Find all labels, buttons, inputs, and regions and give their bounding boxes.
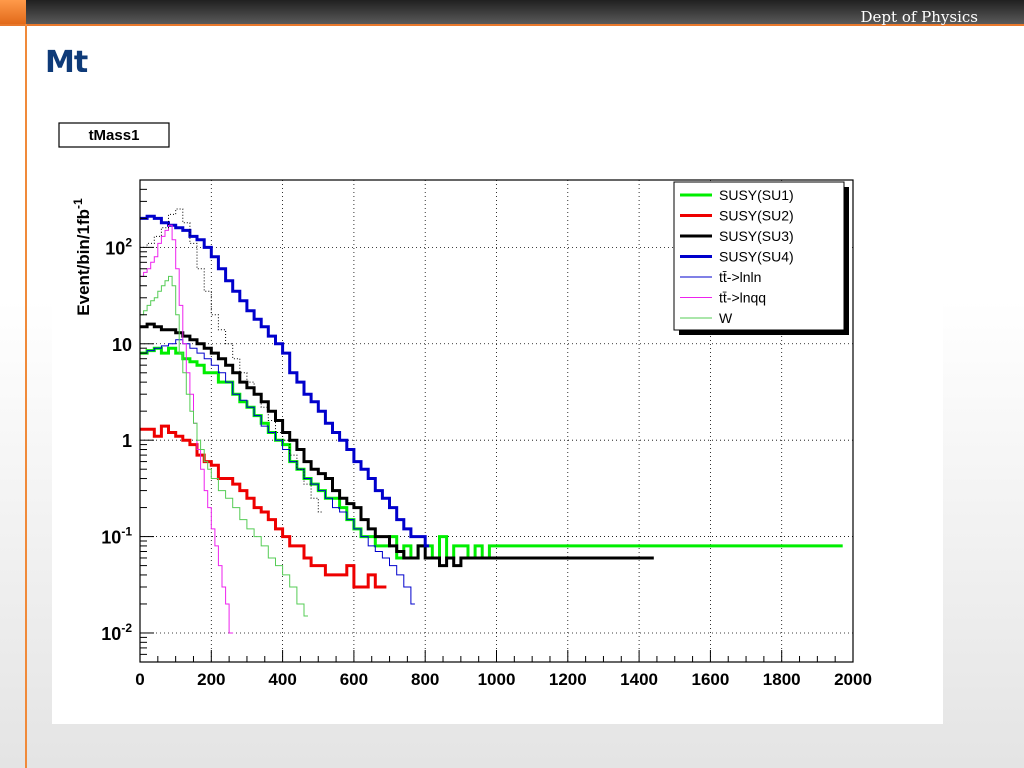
series-tt-lnln <box>140 339 415 605</box>
y-tick-label: 102 <box>105 235 132 258</box>
svg-text:Event/bin/1fb-1: Event/bin/1fb-1 <box>71 198 93 316</box>
legend-entry: SUSY(SU2) <box>719 208 794 224</box>
series-susy-su3 <box>140 322 654 568</box>
x-tick-label: 0 <box>135 670 144 689</box>
x-tick-label: 2000 <box>834 670 872 689</box>
x-tick-label: 1600 <box>691 670 729 689</box>
series-susy-su1 <box>140 346 843 560</box>
dept-label: Dept of Physics <box>860 8 978 26</box>
page-title: Mt <box>45 45 88 80</box>
chart-title: tMass1 <box>89 127 140 144</box>
x-tick-label: 200 <box>197 670 225 689</box>
chart-svg: tMass1 Event/bin/1fb-1 0 200 400 600 800 1000… <box>58 122 872 689</box>
legend-entry: SUSY(SU4) <box>719 249 794 265</box>
y-tick-label: 1 <box>122 431 132 451</box>
y-tick-label: 10-1 <box>101 525 132 548</box>
side-rule <box>25 24 27 768</box>
x-tick-label: 1400 <box>620 670 658 689</box>
y-axis-label: Event/bin/1fb-1 <box>71 198 93 316</box>
legend: SUSY(SU1) SUSY(SU2) SUSY(SU3) SUSY(SU4) tt̄-… <box>673 181 849 335</box>
chart-canvas: tMass1 Event/bin/1fb-1 0 200 400 600 800 1000… <box>52 117 943 724</box>
y-tick-label: 10-2 <box>101 621 132 644</box>
legend-entry: W <box>719 310 733 326</box>
series-total <box>140 208 323 513</box>
legend-entry: tt̄->lnln <box>719 269 761 285</box>
y-tick-label: 10 <box>112 335 132 355</box>
x-tick-label: 400 <box>268 670 296 689</box>
corner-accent <box>0 0 26 24</box>
x-tick-label: 1800 <box>763 670 801 689</box>
x-tick-label: 600 <box>340 670 368 689</box>
legend-entry: SUSY(SU1) <box>719 187 794 203</box>
x-tick-label: 800 <box>411 670 439 689</box>
series-susy-su4 <box>140 214 430 548</box>
legend-entry: tt̄->lnqq <box>719 290 766 306</box>
x-tick-label: 1000 <box>478 670 516 689</box>
legend-entry: SUSY(SU3) <box>719 228 794 244</box>
x-tick-label: 1200 <box>549 670 587 689</box>
